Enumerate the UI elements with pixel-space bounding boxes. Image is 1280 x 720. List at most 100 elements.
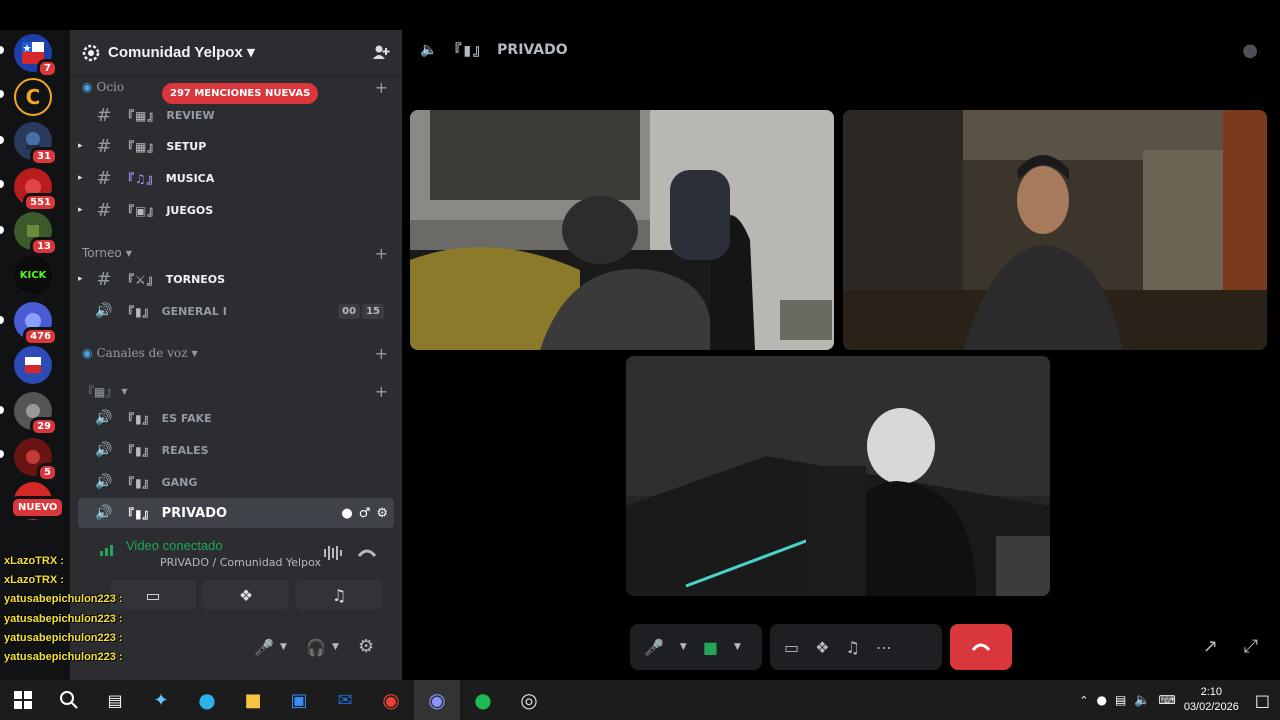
category-torneo[interactable]: Torneo ▼ + [82,244,388,263]
camera-icon[interactable]: ■ [703,638,718,657]
channel-juegos[interactable]: ▸ # 『▣』 JUEGOS [78,195,394,225]
bracket-icon: 『▦』 [122,139,161,154]
chat-icon[interactable]: ● [1242,40,1258,61]
category-voice[interactable]: ◉ Canales de voz ▼ + [82,344,388,363]
channel-musica[interactable]: ▸ # 『♫』 MUSICA [78,163,394,193]
microphone-icon[interactable]: 🎤 [254,638,274,657]
add-channel-icon[interactable]: + [375,382,388,401]
microphone-icon[interactable]: ● [1096,693,1106,707]
fullscreen-icon[interactable]: ⤢ [1244,636,1258,657]
chevron-down-icon[interactable]: ▼ [734,642,741,652]
user-settings-icon[interactable]: ⚙ [358,636,374,657]
taskbar-app[interactable]: ✦ [138,680,184,720]
server-icon-darkred[interactable]: 5 [14,438,58,482]
counter-current: 00 [338,303,361,319]
soundboard-button[interactable]: ♫ [296,580,382,610]
server-icon-red[interactable]: 551 [14,168,58,212]
network-icon[interactable]: ▤ [1115,693,1126,707]
chat-line: xLazoTRX : [4,574,64,586]
channel-torneos[interactable]: ▸ # 『⚔』 TOrNEOS [78,264,394,294]
more-icon[interactable]: ⋯ [876,638,892,657]
taskbar-app[interactable]: ✉ [322,680,368,720]
chevron-down-icon[interactable]: ▼ [680,642,687,652]
headphones-icon[interactable]: 🎧 [306,638,326,657]
bracket-icon: 『▦』 [122,108,161,123]
voice-status-subtitle[interactable]: PRIVADO / Comunidad Yelpox [160,556,321,569]
swords-icon: 『⚔』 [122,272,160,287]
activity-controls: ▭ ❖ ♫ ⋯ [770,624,942,670]
channel-reales[interactable]: 🔊 『▮』 REALES [78,435,394,465]
channel-setup[interactable]: ▸ # 『▦』 SETUP [78,131,394,161]
volume-icon[interactable]: 🔈 [1134,693,1150,708]
add-member-icon[interactable] [372,44,390,62]
server-icon-game[interactable]: 31 [14,122,58,166]
notifications-icon[interactable]: □ [1255,691,1270,710]
server-icon-c[interactable]: C [14,78,52,116]
channel-general[interactable]: 🔊 『▮』 GENERAL I 00 15 [78,296,394,326]
video-tile-3[interactable] [626,356,1050,596]
clock[interactable]: 2:10 03/02/2026 [1184,685,1239,715]
server-icon-anime[interactable]: 476 [14,302,58,346]
category-unnamed[interactable]: 『▦』 ▼ + [82,382,388,401]
search-button[interactable] [46,680,92,720]
obs-icon: ◎ [520,688,538,712]
microphone-icon[interactable]: 🎤 [644,638,664,657]
server-badge: 476 [23,327,58,346]
folder-icon: ■ [244,689,262,711]
chevron-up-icon[interactable]: ⌃ [1079,694,1088,707]
start-button[interactable] [0,680,46,720]
chevron-down-icon[interactable]: ▼ [280,642,287,652]
disconnect-icon[interactable] [358,548,376,558]
task-view-button[interactable]: ▤ [92,680,138,720]
stage-header: 🔈 『▮』 PRIVADO ● [402,30,1280,70]
server-icon-kick[interactable]: KICK [14,256,52,294]
mic-control[interactable]: 🎤 ▼ ■ ▼ [630,624,762,670]
globe-icon: ◉ [82,346,93,360]
taskbar-app[interactable]: ● [460,680,506,720]
popout-icon[interactable]: ↗ [1203,636,1218,657]
add-channel-icon[interactable]: + [375,78,388,97]
caret-icon: ▸ [78,173,83,183]
invite-icon[interactable]: ♂ [359,506,371,521]
add-channel-icon[interactable]: + [375,344,388,363]
channel-es-fake[interactable]: 🔊 『▮』 ES FAKE [78,403,394,433]
soundboard-icon[interactable]: ♫ [845,638,859,657]
voice-connection-panel: Video conectado PRIVADO / Comunidad Yelp… [78,530,394,640]
channel-gang[interactable]: 🔊 『▮』 GANG [78,467,394,497]
signal-icon [100,545,113,556]
add-channel-icon[interactable]: + [375,244,388,263]
settings-icon[interactable]: ⚙ [376,506,388,521]
hash-icon: # [96,199,112,221]
video-tile-2[interactable] [843,110,1267,350]
activities-icon[interactable]: ❖ [815,638,829,657]
screen-share-icon[interactable]: ▭ [784,638,799,657]
video-tile-1[interactable] [410,110,834,350]
chevron-down-icon[interactable]: ▼ [332,642,339,652]
speaker-icon: 🔊 [95,303,113,319]
hash-icon: # [96,104,112,126]
taskbar-app[interactable]: ◉ [368,680,414,720]
channel-privado[interactable]: 🔊 『▮』 PRIVADO ● ♂ ⚙ [78,498,394,528]
chat-icon[interactable]: ● [341,506,352,521]
search-icon [60,691,78,709]
channel-review[interactable]: # 『▦』 REVIEW [78,100,394,130]
input-icon[interactable]: ⌨ [1158,693,1175,707]
taskbar-app-discord[interactable]: ◉ [414,680,460,720]
windows-taskbar: ▤ ✦ ● ■ ▣ ✉ ◉ ◉ ● ◎ ⌃ ● ▤ 🔈 ⌨ 2:10 03/02… [0,680,1280,720]
channel-label: GANG [161,475,198,489]
end-call-button[interactable] [950,624,1012,670]
taskbar-app[interactable]: ■ [230,680,276,720]
server-icon-blue[interactable] [14,346,52,384]
server-icon-flag[interactable]: 7 [14,34,58,78]
server-header[interactable]: Comunidad Yelpox ▼ [70,30,402,76]
activities-button[interactable]: ❖ [203,580,289,610]
server-icon-green[interactable]: 13 [14,212,58,256]
taskbar-app[interactable]: ● [184,680,230,720]
noise-suppression-icon[interactable] [324,546,342,560]
kick-label: KICK [19,269,47,281]
server-icon-gray[interactable]: 29 [14,392,58,436]
video-feed [843,110,1267,350]
taskbar-app[interactable]: ◎ [506,680,552,720]
category-label: Torneo [82,246,122,260]
taskbar-app[interactable]: ▣ [276,680,322,720]
